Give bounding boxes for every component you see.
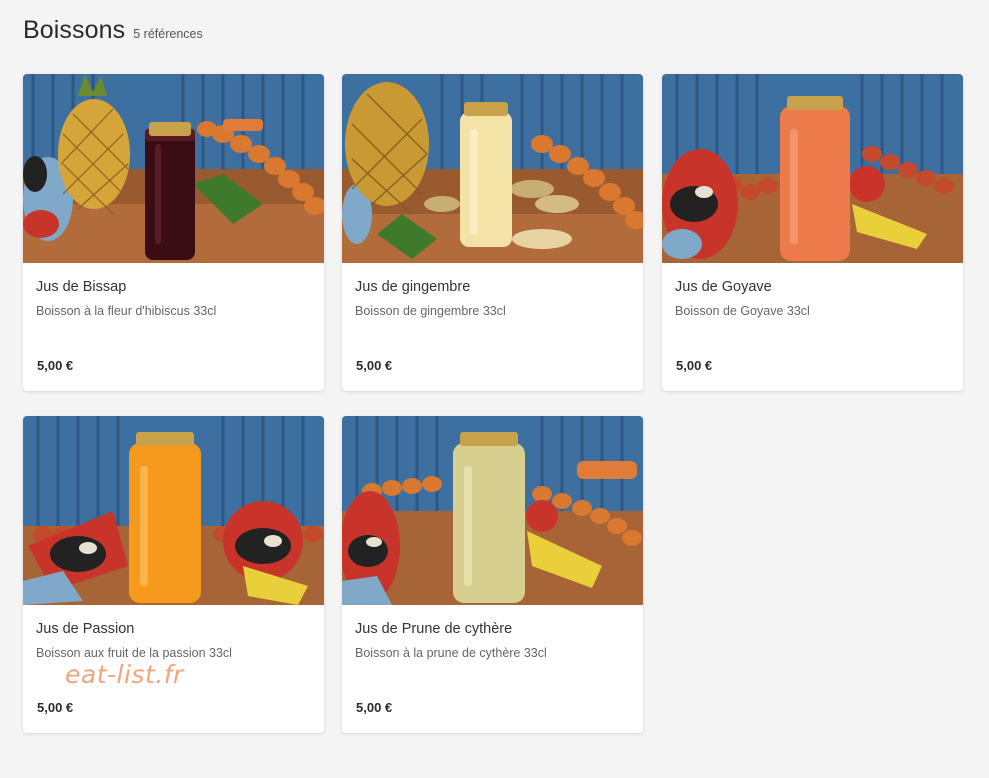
product-price: 5,00 € [356,358,393,373]
product-photo [342,416,643,605]
product-description: Boisson de gingembre 33cl [355,304,506,318]
product-name: Jus de Bissap [36,279,127,295]
product-name: Jus de Prune de cythère [355,621,513,637]
page: Boissons 5 références Jus de Bissap Bois… [0,0,989,778]
product-photo [342,74,643,263]
product-card-gingembre[interactable]: Jus de gingembre Boisson de gingembre 33… [342,74,643,391]
product-photo [23,416,324,605]
watermark: eat-list.fr [65,660,184,689]
product-price: 5,00 € [37,700,74,715]
product-card-goyave[interactable]: Jus de Goyave Boisson de Goyave 33cl 5,0… [662,74,963,391]
product-price: 5,00 € [356,700,393,715]
product-name: Jus de Goyave [675,279,772,295]
product-description: Boisson à la prune de cythère 33cl [355,646,547,660]
product-photo [23,74,324,263]
product-description: Boisson aux fruit de la passion 33cl [36,646,232,660]
reference-count: 5 références [133,27,203,41]
product-price: 5,00 € [676,358,713,373]
product-name: Jus de gingembre [355,279,471,295]
product-description: Boisson de Goyave 33cl [675,304,810,318]
product-price: 5,00 € [37,358,74,373]
section-title: Boissons [23,16,126,44]
product-name: Jus de Passion [36,621,135,637]
product-card-prune-de-cythere[interactable]: Jus de Prune de cythère Boisson à la pru… [342,416,643,733]
section-header: Boissons 5 références [23,16,203,45]
product-photo [662,74,963,263]
product-description: Boisson à la fleur d'hibiscus 33cl [36,304,217,318]
product-card-bissap[interactable]: Jus de Bissap Boisson à la fleur d'hibis… [23,74,324,391]
